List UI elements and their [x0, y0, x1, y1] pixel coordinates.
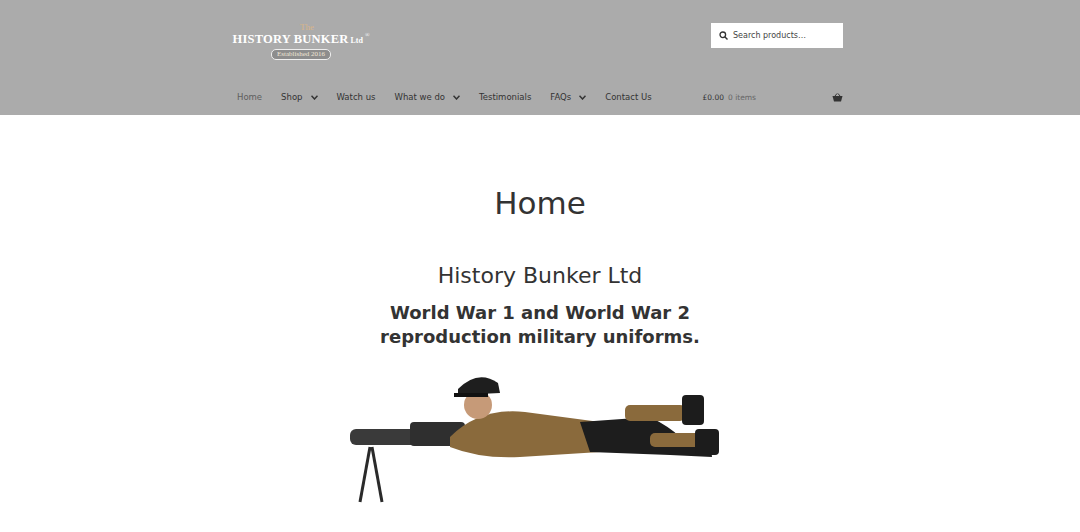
- header-nav-row: Home Shop Watch us What we do Testimonials FA…: [237, 92, 843, 102]
- logo-small: The: [300, 22, 314, 32]
- nav-label: Shop: [281, 92, 302, 102]
- nav-item[interactable]: FAQs: [550, 92, 586, 102]
- cart-total: £0.00: [703, 93, 724, 102]
- logo-line: HISTORY BUNKERLtd®: [233, 32, 370, 47]
- nav-item[interactable]: Contact Us: [605, 92, 651, 102]
- page-title: Home: [237, 183, 843, 223]
- logo-suffix: Ltd: [350, 36, 362, 45]
- search-icon: [719, 31, 728, 40]
- soldier-image: [350, 367, 730, 507]
- nav-item[interactable]: What we do: [394, 92, 460, 102]
- cart-link[interactable]: £0.00 0 items: [703, 93, 844, 102]
- soldier-photo: [350, 367, 730, 507]
- nav-item[interactable]: Home: [237, 92, 262, 102]
- search-input[interactable]: [733, 31, 835, 40]
- nav-label: Contact Us: [605, 92, 651, 102]
- cart-count: 0 items: [728, 93, 756, 102]
- chevron-down-icon: [453, 95, 460, 100]
- chevron-down-icon: [579, 95, 586, 100]
- nav-label: Watch us: [337, 92, 376, 102]
- logo-name: HISTORY BUNKER: [233, 32, 349, 47]
- header-inner: TheHISTORY BUNKERLtd®Established 2016 Hom…: [237, 22, 843, 102]
- basket-icon: [832, 93, 843, 102]
- page-heading: History Bunker Ltd: [237, 261, 843, 291]
- nav-item[interactable]: Testimonials: [479, 92, 531, 102]
- nav-label: Testimonials: [479, 92, 531, 102]
- site-header: TheHISTORY BUNKERLtd®Established 2016Hom…: [0, 0, 1080, 115]
- header-top: TheHISTORY BUNKERLtd®Established 2016: [237, 22, 843, 60]
- site-logo[interactable]: TheHISTORY BUNKERLtd®Established 2016: [237, 22, 365, 60]
- main-nav: Home Shop Watch us What we do Testimonials FA…: [237, 92, 652, 102]
- chevron-down-icon: [311, 95, 318, 100]
- logo-badge: Established 2016: [271, 49, 331, 60]
- nav-item[interactable]: Watch us: [337, 92, 376, 102]
- nav-label: FAQs: [550, 92, 571, 102]
- nav-item[interactable]: Shop: [281, 92, 317, 102]
- nav-label: What we do: [394, 92, 445, 102]
- logo-reg: ®: [365, 32, 370, 38]
- search-box[interactable]: [711, 23, 843, 48]
- nav-label: Home: [237, 92, 262, 102]
- page-tagline: World War 1 and World War 2 reproduction…: [345, 301, 735, 349]
- page-content: Home History Bunker Ltd World War 1 and Wo…: [237, 183, 843, 507]
